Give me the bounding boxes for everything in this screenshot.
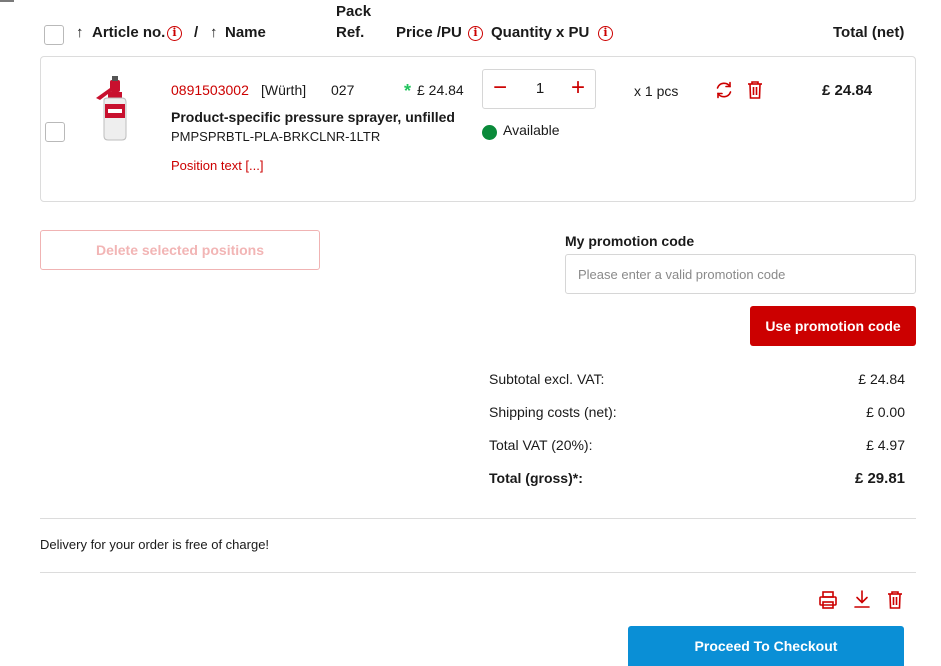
shipping-label: Shipping costs (net): <box>489 404 617 420</box>
product-name[interactable]: Product-specific pressure sprayer, unfil… <box>171 109 455 125</box>
plus-icon[interactable]: + <box>561 70 595 108</box>
product-sku: PMPSPRBTL-PLA-BRKCLNR-1LTR <box>171 129 381 144</box>
gross-label: Total (gross) <box>489 470 573 486</box>
top-edge-marker <box>0 0 14 2</box>
unit-label: x 1 pcs <box>634 83 679 99</box>
vat-label: Total VAT (20%): <box>489 437 593 453</box>
subtotal-label: Subtotal excl. VAT: <box>489 371 605 387</box>
special-price-marker: * <box>404 81 412 101</box>
subtotal-row: Subtotal excl. VAT: £ 24.84 <box>489 371 905 387</box>
item-total: £ 24.84 <box>822 82 873 99</box>
gross-value: £ 29.81 <box>854 470 905 487</box>
header-quantity-pu: Quantity x PU <box>491 24 590 41</box>
trash-icon[interactable] <box>746 80 764 100</box>
divider <box>40 518 916 519</box>
header-pack-ref-line2: Ref. <box>336 24 365 41</box>
vat-value: £ 4.97 <box>866 437 905 453</box>
download-icon[interactable] <box>852 589 872 609</box>
quantity-value[interactable]: 1 <box>517 70 563 108</box>
header-pack-ref-line1: Pack <box>336 3 372 20</box>
use-promo-button[interactable]: Use promotion code <box>750 306 916 346</box>
unit-price: £ 24.84 <box>417 82 464 98</box>
divider <box>40 572 916 573</box>
info-icon[interactable]: i <box>468 26 483 41</box>
subtotal-value: £ 24.84 <box>858 371 905 387</box>
print-icon[interactable] <box>818 590 838 610</box>
pack-ref-value: 027 <box>331 82 355 98</box>
info-icon[interactable]: i <box>167 26 182 41</box>
info-icon[interactable]: i <box>598 26 613 41</box>
proceed-checkout-button[interactable]: Proceed To Checkout <box>628 626 904 666</box>
header-article-no[interactable]: Article no. <box>92 24 165 41</box>
item-checkbox[interactable] <box>45 122 65 142</box>
position-text-link[interactable]: Position text [...] <box>171 158 264 173</box>
gross-row: Total (gross)*: £ 29.81 <box>489 470 905 487</box>
brand-label: [Würth] <box>261 82 307 98</box>
delete-selected-button[interactable]: Delete selected positions <box>40 230 320 270</box>
header-name[interactable]: Name <box>225 24 266 41</box>
trash-icon[interactable] <box>886 590 904 610</box>
availability-dot <box>482 125 497 140</box>
promo-title: My promotion code <box>565 233 695 249</box>
sort-arrow-icon[interactable]: ↑ <box>76 24 84 41</box>
article-number-link[interactable]: 0891503002 <box>171 82 249 98</box>
header-total-net: Total (net) <box>833 24 905 41</box>
refresh-icon[interactable] <box>714 80 734 100</box>
header-separator: / <box>194 24 199 41</box>
shipping-value: £ 0.00 <box>866 404 905 420</box>
header-price-pu: Price /PU <box>396 24 462 41</box>
select-all-checkbox[interactable] <box>44 25 64 45</box>
delivery-note: Delivery for your order is free of charg… <box>40 537 270 552</box>
vat-row: Total VAT (20%): £ 4.97 <box>489 437 905 453</box>
shipping-row: Shipping costs (net): £ 0.00 <box>489 404 905 420</box>
gross-suffix: *: <box>572 470 583 486</box>
minus-icon[interactable]: − <box>483 70 517 108</box>
quantity-stepper: − 1 + <box>482 69 596 109</box>
availability-label: Available <box>503 122 560 138</box>
sort-arrow-icon[interactable]: ↑ <box>210 24 218 41</box>
product-image[interactable] <box>90 74 136 142</box>
promo-code-input[interactable] <box>565 254 916 294</box>
